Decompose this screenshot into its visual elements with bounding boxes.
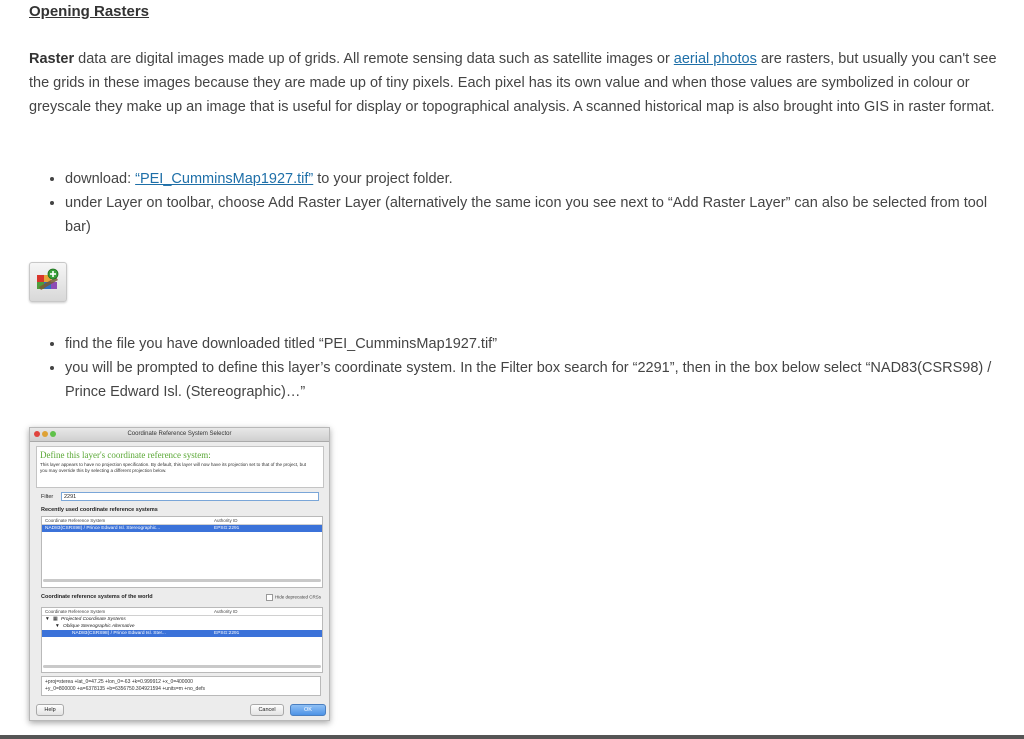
world-tree-scrollbar[interactable] [43,665,321,668]
world-crs-heading: Coordinate reference systems of the worl… [41,594,153,600]
dialog-titlebar: Coordinate Reference System Selector [30,428,329,442]
recent-row-crs: NAD83(CSRS98) / Prince Edward Isl. Stere… [45,526,161,531]
world-table-header: Coordinate Reference System Authority ID [42,608,322,616]
intro-paragraph: Raster data are digital images made up o… [29,47,997,119]
list-item-define-crs: you will be prompted to define this laye… [65,356,1005,404]
checkbox-icon [265,594,273,601]
col-authority-header: Authority ID [214,518,238,523]
filter-label: Filter [41,494,54,500]
expand-arrow-icon: ▼ [45,617,50,622]
bottom-divider [0,735,1024,739]
download-suffix: to your project folder. [313,171,453,187]
world-row-crs: NAD83(CSRS98) / Prince Edward Isl. Ster.… [72,631,166,636]
list-item-add-raster: under Layer on toolbar, choose Add Raste… [65,191,1005,239]
recent-crs-row[interactable]: NAD83(CSRS98) / Prince Edward Isl. Stere… [42,525,322,532]
help-button[interactable]: Help [36,704,64,716]
download-map-link[interactable]: “PEI_CumminsMap1927.tif” [135,171,313,187]
grid-icon: ▦ [53,617,58,622]
recent-table-header: Coordinate Reference System Authority ID [42,517,322,525]
filter-input[interactable]: 2291 [61,492,319,501]
col-crs-header: Coordinate Reference System [45,518,106,523]
world-col-crs-header: Coordinate Reference System [45,609,106,614]
world-col-authority-header: Authority ID [214,609,238,614]
hide-deprecated-checkbox[interactable]: Hide deprecated CRSs [265,594,321,601]
list-item-download: download: “PEI_CumminsMap1927.tif” to yo… [65,167,1005,191]
steps-list-2: find the file you have downloaded titled… [29,332,1005,404]
dialog-intro-heading: Define this layer's coordinate reference… [40,450,211,460]
proj-line-2: +y_0=800000 +a=6378135 +b=6356750.304921… [45,685,206,692]
crs-selector-dialog-screenshot: Coordinate Reference System Selector Def… [29,427,330,721]
tree-label-oblique: Oblique Stereographic Alternative [63,624,135,629]
dialog-title: Coordinate Reference System Selector [127,431,232,437]
recent-table-scrollbar[interactable] [43,579,321,582]
recent-row-auth: EPSG:2291 [214,526,240,531]
steps-list-1: download: “PEI_CumminsMap1927.tif” to yo… [29,167,1005,239]
ok-button[interactable]: OK [290,704,326,716]
intro-text-1: data are digital images made up of grids… [74,51,674,67]
recent-crs-heading: Recently used coordinate reference syste… [41,507,158,513]
world-crs-row[interactable]: NAD83(CSRS98) / Prince Edward Isl. Ster.… [42,630,322,637]
tree-node-oblique[interactable]: ▼ Oblique Stereographic Alternative [42,623,322,630]
tree-node-projected[interactable]: ▼ ▦ Projected Coordinate Systems [42,616,322,623]
expand-arrow-icon: ▼ [55,624,60,629]
hide-deprecated-label: Hide deprecated CRSs [274,594,321,600]
list-item-find-file: find the file you have downloaded titled… [65,332,1005,356]
world-crs-tree[interactable]: Coordinate Reference System Authority ID… [41,607,323,673]
page-title: Opening Rasters [29,3,150,20]
world-row-auth: EPSG:2291 [214,631,240,636]
aerial-photos-link[interactable]: aerial photos [674,51,757,67]
tree-label-projected: Projected Coordinate Systems [61,617,126,622]
recent-crs-table[interactable]: Coordinate Reference System Authority ID… [41,516,323,588]
proj-string-box: +proj=sterea +lat_0=47.25 +lon_0=-63 +k=… [41,676,321,696]
dialog-intro-box: Define this layer's coordinate reference… [36,446,324,488]
cancel-button[interactable]: Cancel [250,704,284,716]
add-raster-layer-glyph [37,268,59,290]
add-raster-layer-icon [29,262,67,302]
raster-bold-word: Raster [29,51,75,67]
download-prefix: download: [65,171,136,187]
dialog-intro-text: This layer appears to have no projection… [40,462,307,473]
